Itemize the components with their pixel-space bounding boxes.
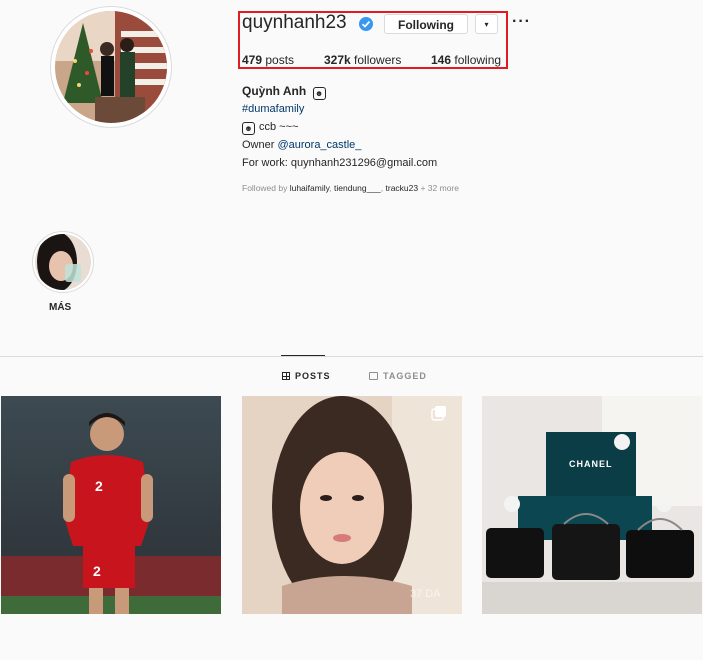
emoji-face-icon: ☻ — [312, 87, 326, 100]
tab-posts[interactable]: POSTS — [282, 371, 331, 381]
bio-owner-prefix: Owner — [242, 139, 278, 151]
grid-icon — [282, 372, 290, 380]
post-thumbnail[interactable]: 2 2 — [1, 396, 221, 614]
followed-by-name[interactable]: tiendung___ — [334, 183, 381, 193]
jersey-number: 2 — [95, 478, 103, 494]
followed-by-prefix: Followed by — [242, 183, 290, 193]
tab-posts-label: POSTS — [295, 371, 331, 381]
emoji-face-icon: ☻ — [242, 122, 255, 135]
tagged-icon — [369, 372, 378, 380]
bio-name-text: Quỳnh Anh — [242, 84, 307, 98]
bio-name: Quỳnh Anh ☻ — [242, 84, 326, 100]
tab-tagged-label: TAGGED — [383, 371, 427, 381]
tabs-divider — [0, 356, 703, 357]
bio-ccb: ☻ ccb ~~~ — [242, 121, 298, 135]
bio-hashtag[interactable]: #dumafamily — [242, 103, 304, 115]
bio-ccb-text: ccb ~~~ — [259, 121, 299, 133]
followed-by[interactable]: Followed by luhaifamily, tiendung___, tr… — [242, 183, 459, 193]
brand-label: CHANEL — [569, 459, 613, 469]
annotation-highlight-box — [238, 11, 508, 69]
story-highlight-label: MÁS — [49, 302, 72, 313]
post-thumbnail[interactable]: 37 DA — [242, 396, 462, 614]
more-options-icon[interactable]: ··· — [512, 13, 531, 31]
story-highlight-mas[interactable] — [35, 234, 91, 290]
post-thumbnail[interactable]: CHANEL — [482, 396, 702, 614]
followed-by-name[interactable]: tracku23 — [386, 183, 419, 193]
avatar[interactable] — [55, 11, 167, 123]
active-tab-indicator — [281, 355, 325, 356]
bio-work-email: For work: quynhanh231296@gmail.com — [242, 157, 438, 169]
owner-account-link[interactable]: @aurora_castle_ — [277, 139, 361, 151]
followed-by-name[interactable]: luhaifamily — [290, 183, 330, 193]
multiple-photos-icon — [431, 405, 447, 421]
followed-by-more: + 32 more — [418, 183, 459, 193]
watermark-text: 37 DA — [410, 588, 441, 600]
jersey-number: 2 — [93, 563, 101, 579]
tab-tagged[interactable]: TAGGED — [369, 371, 427, 381]
bio-owner: Owner @aurora_castle_ — [242, 139, 361, 151]
